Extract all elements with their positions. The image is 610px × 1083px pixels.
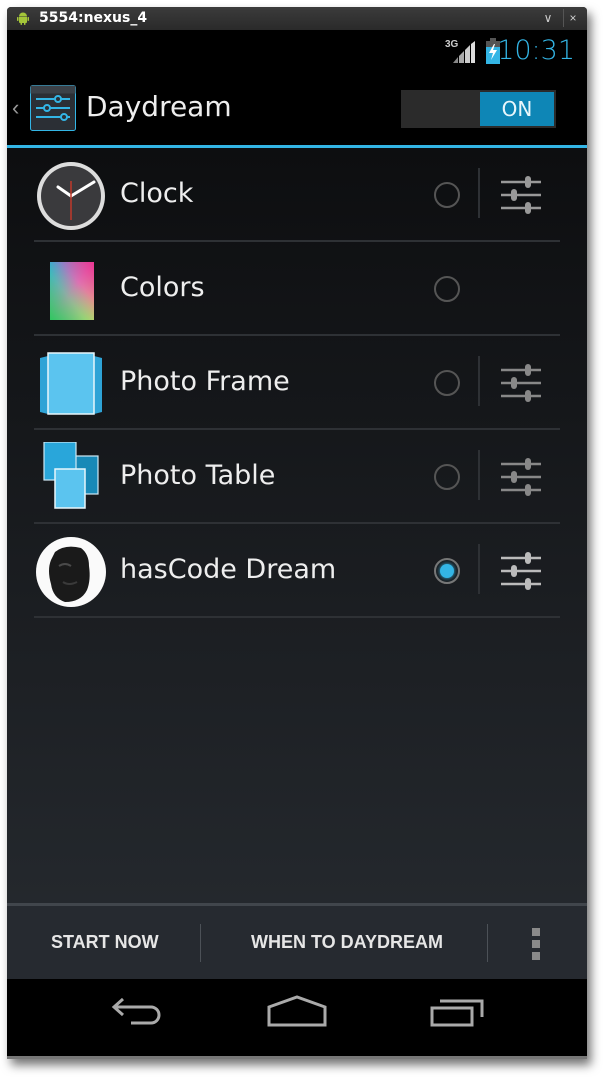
dream-radio-selected[interactable] <box>434 558 460 584</box>
dream-settings-icon[interactable] <box>501 457 541 497</box>
start-now-button[interactable]: START NOW <box>51 906 159 979</box>
android-logo-icon <box>17 12 29 25</box>
vertical-divider <box>478 544 480 594</box>
window-titlebar: 5554:nexus_4 ∨ × <box>7 7 587 30</box>
up-caret-icon[interactable]: ‹ <box>12 95 19 121</box>
dream-radio[interactable] <box>434 464 460 490</box>
row-divider <box>34 616 560 618</box>
dream-radio[interactable] <box>434 276 460 302</box>
dream-label: Colors <box>120 272 205 303</box>
page-title: Daydream <box>86 90 232 123</box>
when-to-daydream-button[interactable]: WHEN TO DAYDREAM <box>251 906 443 979</box>
window-title: 5554:nexus_4 <box>39 10 148 26</box>
dream-settings-icon[interactable] <box>501 551 541 591</box>
vertical-divider <box>478 356 480 406</box>
dream-item-photo-frame[interactable]: Photo Frame <box>7 336 587 430</box>
dream-label: Photo Table <box>120 460 276 491</box>
signal-icon <box>453 41 475 63</box>
bottom-divider <box>487 924 488 962</box>
status-time: 10:31 <box>497 35 575 66</box>
bottom-divider <box>200 924 201 962</box>
dream-settings-icon[interactable] <box>501 363 541 403</box>
back-icon[interactable] <box>109 995 165 1035</box>
recents-icon[interactable] <box>430 995 486 1035</box>
overflow-menu-icon[interactable] <box>532 928 542 962</box>
bottom-action-bar: START NOW WHEN TO DAYDREAM <box>7 903 587 979</box>
navigation-bar <box>7 979 587 1057</box>
home-icon[interactable] <box>267 995 327 1035</box>
status-bar: 3G 10:31 <box>7 30 587 72</box>
dream-item-hascode-dream[interactable]: hasCode Dream <box>7 524 587 618</box>
colors-icon <box>50 262 94 320</box>
photo-frame-icon <box>40 352 102 415</box>
dream-label: hasCode Dream <box>120 554 337 585</box>
vertical-divider <box>478 450 480 500</box>
photo-table-icon <box>43 442 99 509</box>
window-bottom-edge <box>7 1056 587 1059</box>
dream-item-clock[interactable]: Clock <box>7 148 587 242</box>
dream-label: Clock <box>120 178 194 209</box>
close-button[interactable]: × <box>563 9 582 27</box>
dream-list: Clock Colors Photo Frame Photo Table has… <box>7 148 587 903</box>
settings-app-icon[interactable] <box>30 85 76 131</box>
toggle-on-label: ON <box>480 92 554 126</box>
hascode-avatar-icon <box>36 537 106 607</box>
dream-radio[interactable] <box>434 182 460 208</box>
dream-settings-icon[interactable] <box>501 175 541 215</box>
dream-radio[interactable] <box>434 370 460 396</box>
emulator-window: 5554:nexus_4 ∨ × 3G 10:31 ‹ Daydream ON … <box>7 7 587 1059</box>
dream-item-colors[interactable]: Colors <box>7 242 587 336</box>
action-bar: ‹ Daydream ON <box>7 73 587 145</box>
clock-icon <box>37 162 105 230</box>
daydream-toggle[interactable]: ON <box>401 90 556 128</box>
dream-label: Photo Frame <box>120 366 290 397</box>
minimize-button[interactable]: ∨ <box>539 9 557 27</box>
vertical-divider <box>478 168 480 218</box>
dream-item-photo-table[interactable]: Photo Table <box>7 430 587 524</box>
